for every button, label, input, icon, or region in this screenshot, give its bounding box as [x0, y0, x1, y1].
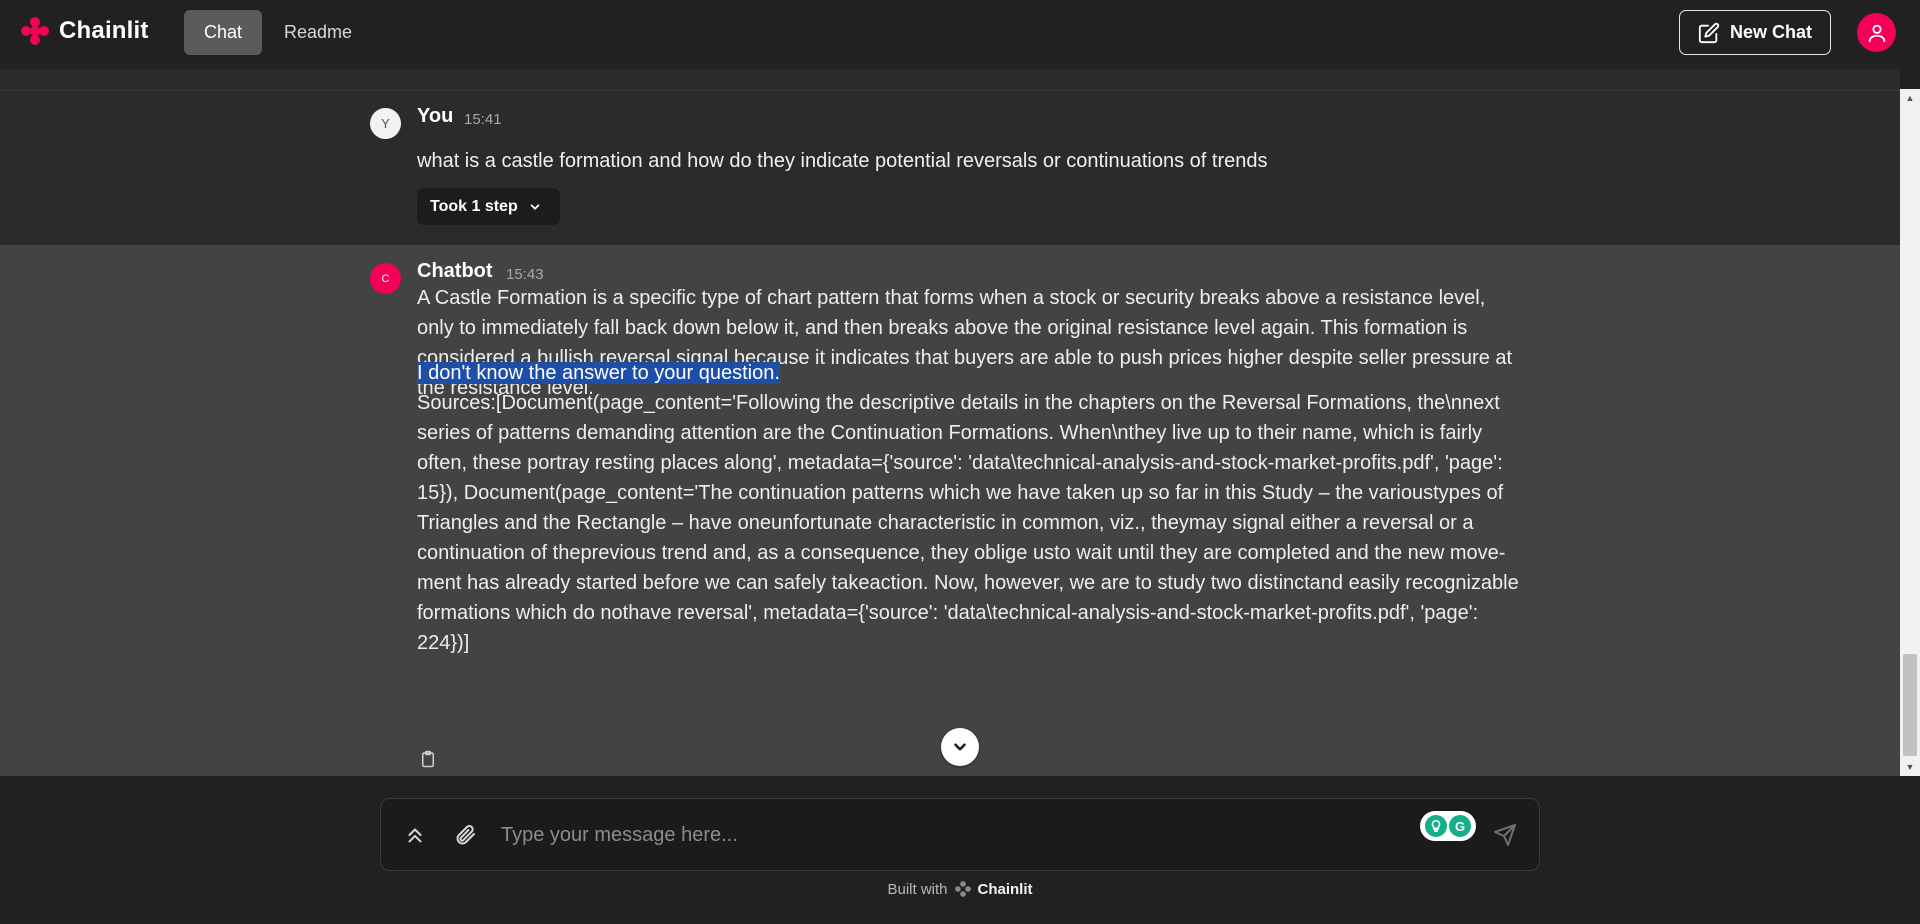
- grammarly-icon: G: [1449, 815, 1471, 837]
- message-composer: G: [380, 798, 1540, 871]
- chevron-down-icon: [954, 743, 966, 751]
- clipboard-icon[interactable]: [419, 749, 437, 769]
- scroll-to-bottom-button[interactable]: [941, 728, 979, 766]
- message-input[interactable]: [501, 813, 1301, 857]
- app-name: Chainlit: [59, 17, 149, 44]
- steps-toggle-button[interactable]: Took 1 step: [417, 188, 560, 225]
- built-with-text: Built with: [887, 880, 948, 898]
- answer-sources-block: I don't know the answer to your question…: [417, 358, 1527, 658]
- sources-text: Sources:[Document(page_content='Followin…: [417, 392, 1519, 654]
- steps-label: Took 1 step: [430, 197, 518, 215]
- send-icon: [1494, 824, 1516, 846]
- user-message: Y You 15:41 what is a castle formation a…: [0, 91, 1900, 245]
- message-list-top: [0, 69, 1900, 91]
- message-list[interactable]: Y You 15:41 what is a castle formation a…: [0, 69, 1900, 776]
- send-button[interactable]: [1491, 821, 1519, 849]
- user-avatar: Y: [370, 108, 401, 139]
- message-author: You: [417, 105, 454, 127]
- tab-readme[interactable]: Readme: [264, 10, 372, 55]
- selected-text: I don't know the answer to your question…: [417, 362, 780, 384]
- double-chevron-up-icon: [408, 828, 422, 843]
- chevron-down-icon: [530, 203, 540, 210]
- attach-file-button[interactable]: [451, 821, 479, 849]
- message-author: Chatbot: [417, 260, 493, 282]
- new-chat-label: New Chat: [1729, 22, 1812, 42]
- bot-message: C Chatbot 15:43 A Castle Formation is a …: [0, 245, 1900, 776]
- lightbulb-icon: [1425, 815, 1447, 837]
- scroll-up-arrow-icon[interactable]: ▲: [1900, 89, 1920, 107]
- messages-scrollbar[interactable]: ▲ ▼: [1900, 89, 1920, 776]
- scroll-down-arrow-icon[interactable]: ▼: [1900, 758, 1920, 776]
- app-logo[interactable]: Chainlit: [19, 15, 149, 47]
- message-time: 15:41: [464, 111, 502, 128]
- new-chat-button[interactable]: New Chat: [1679, 10, 1831, 55]
- message-text: what is a castle formation and how do th…: [417, 150, 1268, 172]
- chainlit-logo-icon: [21, 17, 49, 45]
- top-bar: Chainlit Chat Readme New Chat: [0, 0, 1920, 69]
- built-with-footer[interactable]: Built with Chainlit: [0, 880, 1920, 898]
- tab-chat[interactable]: Chat: [184, 10, 263, 55]
- scrollbar-thumb[interactable]: [1903, 654, 1917, 756]
- user-menu-avatar[interactable]: [1857, 13, 1896, 52]
- chainlit-mark-icon: [954, 881, 971, 897]
- edit-icon: [1698, 22, 1720, 43]
- grammarly-widget[interactable]: G: [1420, 811, 1476, 841]
- settings-expand-button[interactable]: [401, 821, 429, 849]
- footer-brand: Chainlit: [977, 880, 1033, 898]
- message-time: 15:43: [506, 266, 544, 283]
- bot-avatar: C: [370, 263, 401, 294]
- user-icon: [1868, 24, 1885, 42]
- paperclip-icon: [456, 825, 475, 845]
